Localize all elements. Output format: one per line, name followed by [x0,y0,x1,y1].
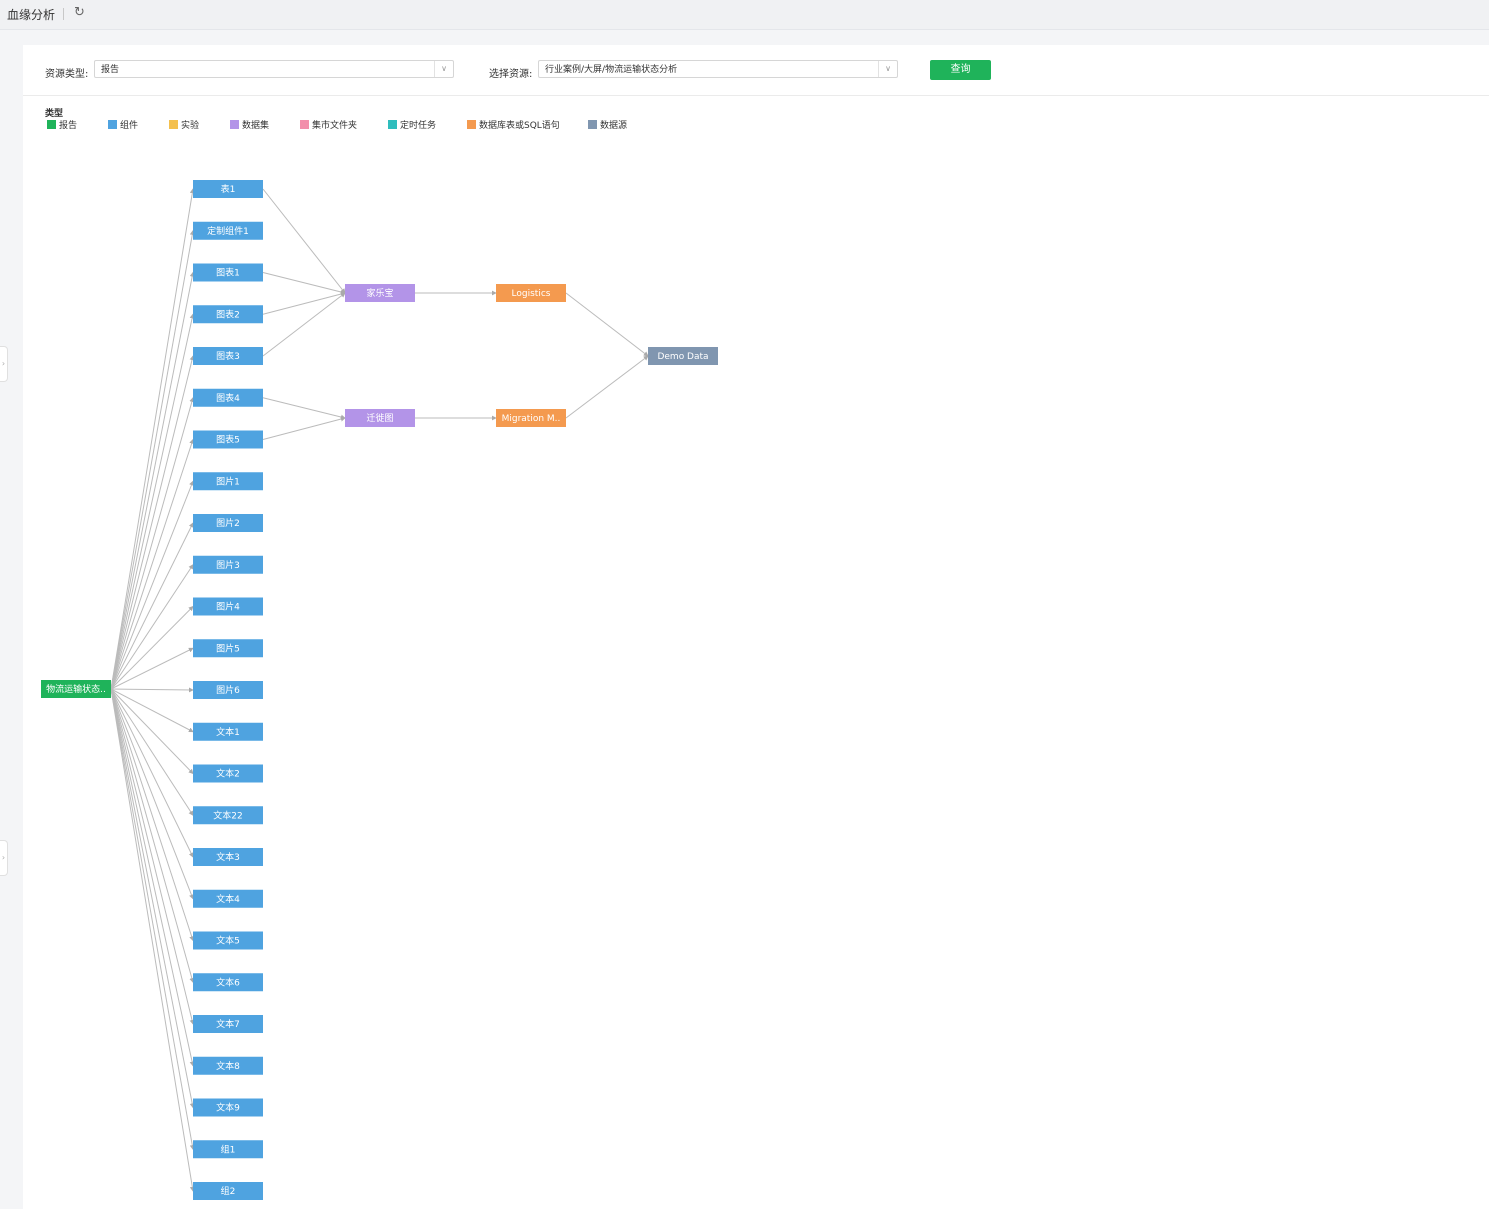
component-node-label: 图片2 [216,517,240,529]
component-node[interactable]: 表1 [193,180,263,198]
component-node[interactable]: 文本1 [193,722,263,741]
lineage-edge [110,647,194,690]
component-node[interactable]: 图片1 [193,472,263,491]
component-node[interactable]: 文本3 [193,848,263,866]
table-node-label: Logistics [512,289,551,299]
component-node[interactable]: 图表2 [193,305,263,324]
component-node[interactable]: 定制组件1 [193,221,263,240]
component-node[interactable]: 图片6 [193,681,263,699]
component-node-label: 图表5 [216,434,240,446]
component-node-label: 文本5 [216,935,240,947]
component-node-label: 图表1 [216,267,240,279]
lineage-edge [110,688,195,942]
lineage-edge [110,480,194,690]
lineage-edge [262,292,346,357]
component-node[interactable]: 文本8 [193,1056,263,1075]
lineage-edge [110,688,195,1151]
lineage-edge [110,688,195,1067]
component-node-label: 文本3 [216,851,240,863]
dataset-node[interactable]: 迁徙图 [345,409,415,427]
component-node[interactable]: 图片2 [193,514,263,532]
component-node-label: 表1 [221,183,236,195]
component-node-label: 文本22 [213,809,242,821]
lineage-edge [262,291,346,315]
lineage-edge [110,438,195,690]
lineage-edge [110,188,195,690]
root-report-node-label: 物流运输状态.. [46,683,106,695]
component-node-label: 图片6 [216,684,240,696]
component-node-label: 图表2 [216,308,240,320]
table-node[interactable]: Migration M.. [496,409,566,427]
component-node[interactable]: 图表3 [193,347,263,365]
component-node[interactable]: 文本9 [193,1098,263,1117]
component-node[interactable]: 图表4 [193,388,263,407]
component-node-label: 文本1 [216,726,240,738]
lineage-edge [565,355,649,419]
table-node-label: Migration M.. [502,414,561,424]
component-node-label: 图片1 [216,475,240,487]
root-report-node[interactable]: 物流运输状态.. [41,680,111,698]
component-node-label: 组1 [221,1143,236,1155]
lineage-edge [262,188,346,294]
component-node-label: 定制组件1 [207,225,249,237]
table-node[interactable]: Logistics [496,284,566,302]
component-node[interactable]: 文本22 [193,806,263,825]
component-node[interactable]: 图片4 [193,597,263,616]
component-node[interactable]: 图片3 [193,555,263,574]
lineage-edge [110,355,195,690]
dataset-node-label: 迁徙图 [366,412,393,424]
lineage-edge [110,688,195,1025]
lineage-edge [110,688,194,900]
datasource-node[interactable]: Demo Data [648,347,718,365]
lineage-edge [262,397,346,420]
component-node[interactable]: 图表5 [193,430,263,449]
component-node-label: 文本2 [216,768,240,780]
lineage-edge [110,522,194,690]
lineage-edge [110,688,194,858]
component-node-label: 图片5 [216,642,240,654]
lineage-edge [110,687,194,693]
lineage-edge [110,229,195,690]
component-node[interactable]: 图表1 [193,263,263,282]
component-node[interactable]: 文本7 [193,1015,263,1033]
dataset-node-label: 家乐宝 [366,287,393,299]
datasource-node-label: Demo Data [657,352,708,362]
component-node[interactable]: 组2 [193,1182,263,1200]
component-node-label: 图表4 [216,392,240,404]
component-node-label: 图片4 [216,601,240,613]
component-node-label: 文本9 [216,1102,240,1114]
component-node-label: 文本8 [216,1060,240,1072]
component-node[interactable]: 组1 [193,1140,263,1159]
lineage-edge [110,313,195,690]
component-node[interactable]: 文本6 [193,973,263,992]
lineage-graph: 物流运输状态.. 表1 定制组件1 图表1 图表2 图表3 图表4 图表5 图片1 图片2 图片3 图… [41,180,718,1200]
component-node[interactable]: 文本5 [193,931,263,950]
dataset-node[interactable]: 家乐宝 [345,284,415,302]
component-node-label: 文本7 [216,1018,240,1030]
component-node[interactable]: 图片5 [193,639,263,658]
component-node-label: 图表3 [216,350,240,362]
component-node-label: 图片3 [216,559,240,571]
component-node[interactable]: 文本4 [193,889,263,908]
component-node-label: 文本4 [216,893,240,905]
component-node-label: 文本6 [216,976,240,988]
lineage-edge [262,272,346,295]
lineage-edge [565,292,649,357]
lineage-edge [262,416,346,440]
component-node-label: 组2 [221,1185,236,1197]
component-node[interactable]: 文本2 [193,764,263,783]
